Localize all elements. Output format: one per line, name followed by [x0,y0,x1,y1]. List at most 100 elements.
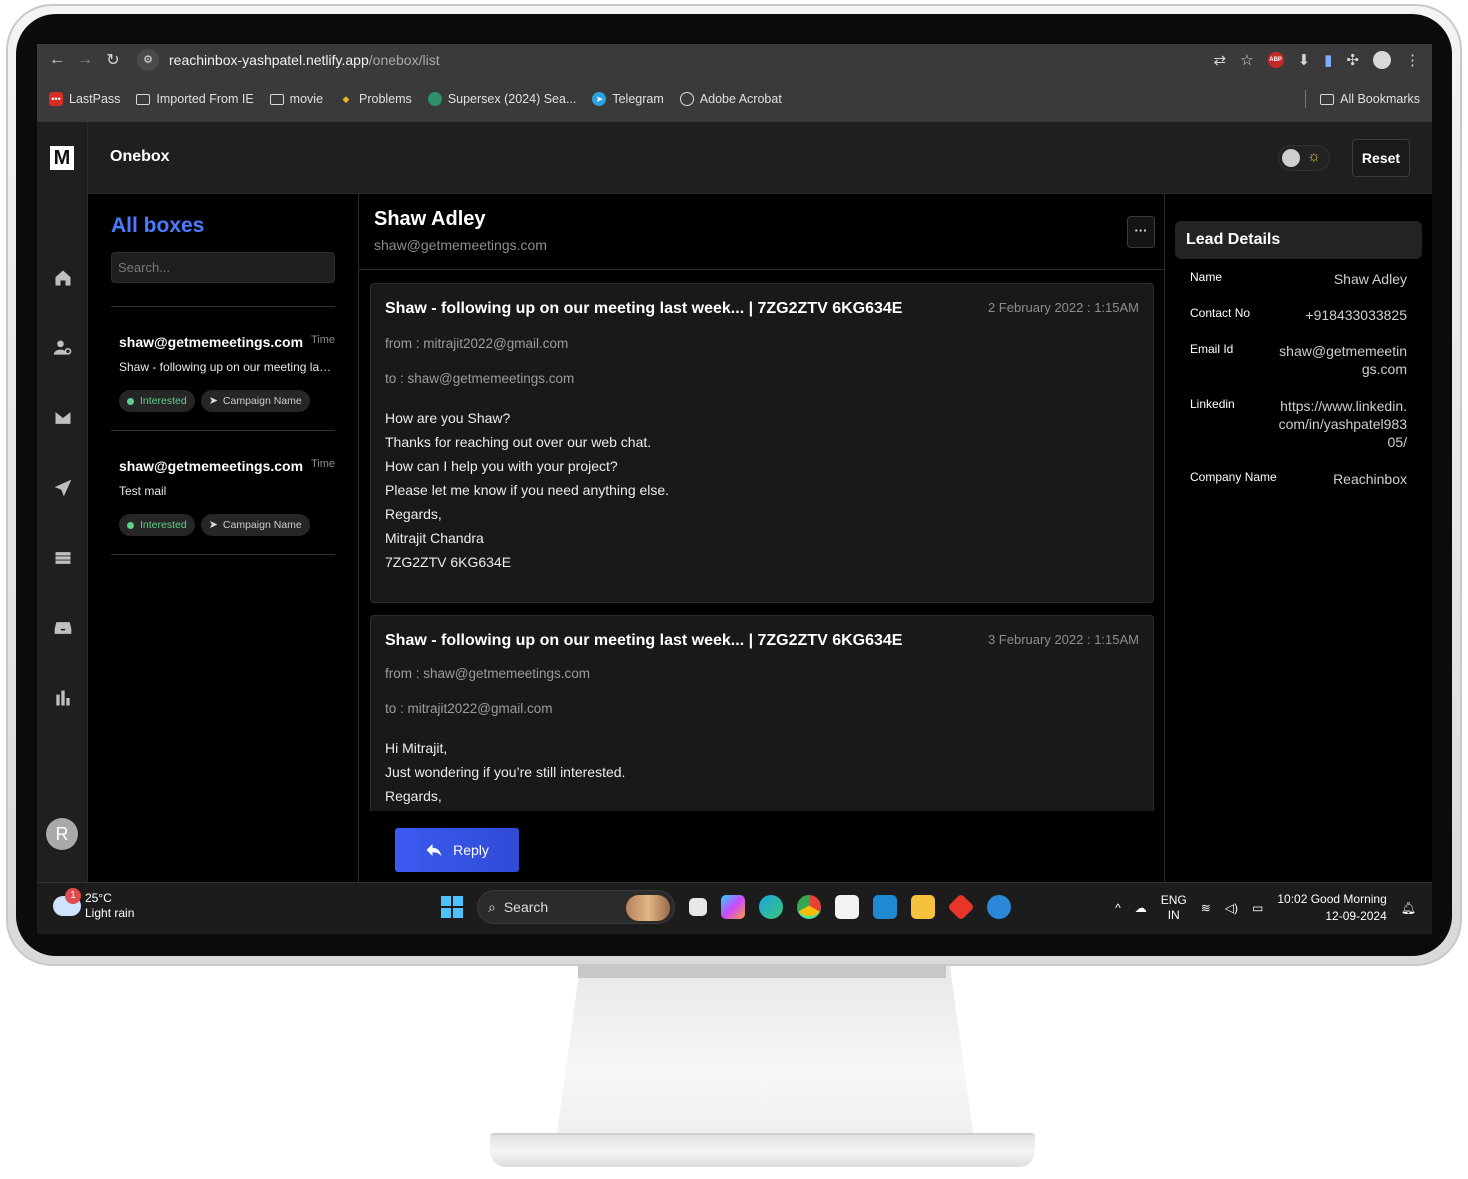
bookmark-label: Telegram [612,92,664,106]
nav-contacts[interactable] [37,338,88,363]
extension-doc-icon[interactable]: ▮ [1324,51,1332,69]
url-path: /onebox/list [368,52,440,68]
status-badge[interactable]: Interested [119,514,195,536]
nav-home[interactable] [37,268,88,293]
list-item[interactable]: shaw@getmemeetings.com Time Test mail In… [111,430,335,553]
message-subject: Shaw - following up on our meeting last … [385,300,903,317]
message-list[interactable]: Shaw - following up on our meeting last … [359,271,1164,811]
wifi-icon[interactable]: ≋ [1201,901,1211,915]
list-item[interactable]: shaw@getmemeetings.com Time Shaw - follo… [111,306,335,429]
lead-label: Linkedin [1190,397,1235,411]
avatar[interactable]: R [46,818,78,850]
nav-list[interactable] [37,548,88,573]
message-subject: Shaw - following up on our meeting last … [385,632,903,649]
clock[interactable]: 10:02 Good Morning 12-09-2024 [1277,891,1386,925]
reply-button[interactable]: Reply [395,828,519,872]
nav-inbox[interactable] [37,618,88,643]
thread-pane: Shaw Adley shaw@getmemeetings.com ··· Sh… [359,194,1165,882]
taskbar-search[interactable]: ⌕ Search [477,890,675,924]
translate-icon[interactable]: ⇄ [1214,51,1227,69]
profile-icon[interactable] [1373,51,1391,69]
nav-mail[interactable] [37,408,88,433]
language-indicator[interactable]: ENG IN [1161,893,1187,923]
bookmarks-bar: ••• LastPass Imported From IE movie ◆ Prob… [37,76,1432,122]
status-label: Interested [140,519,187,531]
lead-value: +918433033825 [1305,307,1407,323]
app-logo[interactable]: M [50,146,74,170]
all-bookmarks-label: All Bookmarks [1340,92,1420,106]
file-explorer-icon[interactable] [911,895,935,919]
task-view-icon[interactable] [689,898,707,916]
taskbar: 1 25°C Light rain ⌕ Search ^ ☁ ENG IN ≋ … [37,882,1432,934]
message-from: from : mitrajit2022@gmail.com [385,336,569,351]
bookmark-label: Imported From IE [156,92,254,106]
list-title[interactable]: All boxes [111,214,204,238]
volume-icon[interactable]: ◁) [1225,901,1238,915]
thread-header: Shaw Adley shaw@getmemeetings.com ··· [359,194,1164,270]
site-settings-icon[interactable]: ⚙ [137,49,159,71]
store-icon[interactable] [835,895,859,919]
battery-icon[interactable]: ▭ [1252,901,1263,915]
lead-value[interactable]: https://www.linkedin.com/in/yashpatel983… [1277,397,1407,451]
nav-send[interactable] [37,478,88,503]
bookmark-supersex[interactable]: Supersex (2024) Sea... [427,92,577,106]
extensions-icon[interactable]: ✣ [1346,51,1359,69]
bookmark-label: Supersex (2024) Sea... [447,92,577,106]
diamond-app-icon[interactable] [947,893,975,921]
back-icon[interactable]: ← [43,51,71,69]
lastpass-icon: ••• [49,92,63,106]
cloud-tray-icon[interactable]: ☁ [1135,901,1147,915]
mail-subject: Test mail [119,484,167,498]
menu-kebab-icon[interactable]: ⋮ [1405,51,1420,69]
all-bookmarks[interactable]: All Bookmarks [1305,76,1420,122]
theme-toggle[interactable]: ☼ [1278,145,1330,171]
lead-details-title: Lead Details [1175,221,1422,259]
status-badge[interactable]: Interested [119,390,195,412]
help-icon[interactable] [987,895,1011,919]
copilot-icon[interactable] [721,895,745,919]
bookmark-lastpass[interactable]: ••• LastPass [49,92,120,106]
bookmark-problems[interactable]: ◆ Problems [339,92,412,106]
body-line: Mitrajit Chandra [385,530,484,546]
send-icon: ➤ [208,395,218,407]
mail-tags: Interested ➤ Campaign Name [119,514,310,536]
nav-analytics[interactable] [37,688,88,713]
notification-bell-icon[interactable]: 🔔︎ [1401,901,1416,915]
email-message: Shaw - following up on our meeting last … [370,615,1154,811]
message-body: Hi Mitrajit, Just wondering if you’re st… [385,736,625,808]
lead-value[interactable]: shaw@getmemeetings.com [1277,342,1407,378]
body-line: Regards, [385,788,442,804]
address-bar[interactable]: ⚙ reachinbox-yashpatel.netlify.app/onebo… [137,47,440,73]
bookmark-adobe-acrobat[interactable]: Adobe Acrobat [679,92,782,106]
forward-icon[interactable]: → [71,51,99,69]
sidebar-nav: R [37,194,88,882]
chevron-up-icon[interactable]: ^ [1115,901,1121,915]
folder-icon [1320,93,1335,105]
reload-icon[interactable]: ↻ [99,50,127,70]
windows-start-icon[interactable] [441,896,463,918]
reset-button[interactable]: Reset [1352,139,1410,177]
download-icon[interactable]: ⬇ [1298,51,1311,69]
weather-widget[interactable]: 1 25°C Light rain [53,888,135,921]
campaign-badge[interactable]: ➤ Campaign Name [200,514,310,536]
weather-condition: Light rain [85,906,135,920]
bookmark-movie[interactable]: movie [269,92,324,106]
bookmark-star-icon[interactable]: ☆ [1240,51,1253,69]
bookmark-label: movie [289,92,324,106]
status-label: Interested [140,395,187,407]
bookmark-telegram[interactable]: ➤ Telegram [592,92,664,106]
adblock-icon[interactable]: ABP [1267,52,1284,68]
mail-subject: Shaw - following up on our meeting last … [119,360,335,374]
bookmark-imported-from-ie[interactable]: Imported From IE [136,92,254,106]
send-icon: ➤ [208,519,218,531]
more-options-button[interactable]: ··· [1127,216,1155,248]
edge-icon[interactable] [759,895,783,919]
clock-date: 12-09-2024 [1325,909,1387,923]
search-input[interactable] [111,252,335,283]
campaign-badge[interactable]: ➤ Campaign Name [200,390,310,412]
contact-name: Shaw Adley [374,208,486,230]
vscode-icon[interactable] [873,895,897,919]
mail-time: Time [310,458,335,470]
chrome-icon[interactable] [797,895,821,919]
body-line: How can I help you with your project? [385,458,618,474]
